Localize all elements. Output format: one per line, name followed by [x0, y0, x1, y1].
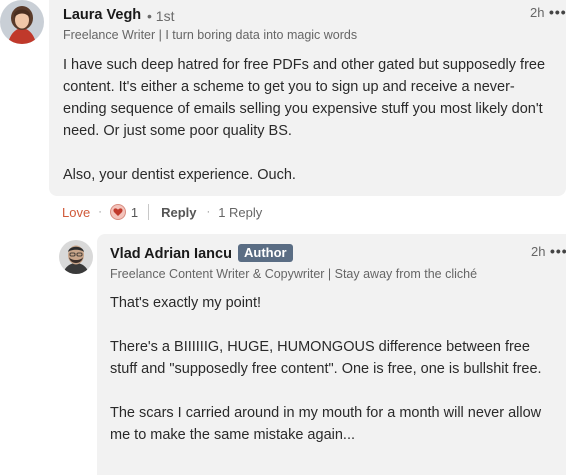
comment-actions: Love · 1 Reply · 1 Reply [62, 202, 262, 222]
reply-author-name[interactable]: Vlad Adrian Iancu [110, 246, 232, 262]
reply-author-headline: Freelance Content Writer & Copywriter | … [110, 267, 478, 281]
author-badge: Author [238, 244, 293, 262]
more-options-icon[interactable]: ••• [550, 243, 566, 259]
reply-timestamp: 2h [531, 244, 546, 259]
comment-paragraph-1: I have such deep hatred for free PDFs an… [63, 57, 546, 139]
reply-bubble: Vlad Adrian Iancu Author 2h ••• Freelanc… [97, 234, 566, 475]
reply-button[interactable]: Reply [161, 205, 196, 220]
comment-bubble: Laura Vegh • 1st 2h ••• Freelance Writer… [49, 0, 566, 196]
reply-paragraph-1: That's exactly my point! [110, 295, 262, 311]
love-reaction-button[interactable]: Love [62, 205, 90, 220]
avatar-laura[interactable] [0, 0, 44, 44]
comment-author-headline: Freelance Writer | I turn boring data in… [63, 28, 358, 42]
comment-paragraph-2: Also, your dentist experience. Ouch. [63, 167, 296, 183]
separator-dot: · [206, 206, 211, 218]
comment-author-name[interactable]: Laura Vegh [63, 7, 141, 23]
avatar-vlad[interactable] [59, 240, 93, 274]
connection-degree: • 1st [147, 8, 175, 24]
separator-dot: · [98, 206, 102, 218]
comment-timestamp: 2h [530, 5, 545, 20]
comment-text: I have such deep hatred for free PDFs an… [63, 54, 553, 186]
reply-paragraph-3: The scars I carried around in my mouth f… [110, 405, 542, 443]
reply-count-link[interactable]: 1 Reply [218, 205, 262, 220]
comment-thread: Laura Vegh • 1st 2h ••• Freelance Writer… [0, 0, 566, 475]
reply-paragraph-2: There's a BIIIIIIG, HUGE, HUMONGOUS diff… [110, 339, 542, 377]
reaction-count[interactable]: 1 [131, 205, 138, 220]
love-heart-icon[interactable] [109, 204, 126, 220]
more-options-icon[interactable]: ••• [549, 4, 566, 20]
reply-text: That's exactly my point! There's a BIIII… [110, 292, 550, 446]
divider [148, 204, 150, 220]
